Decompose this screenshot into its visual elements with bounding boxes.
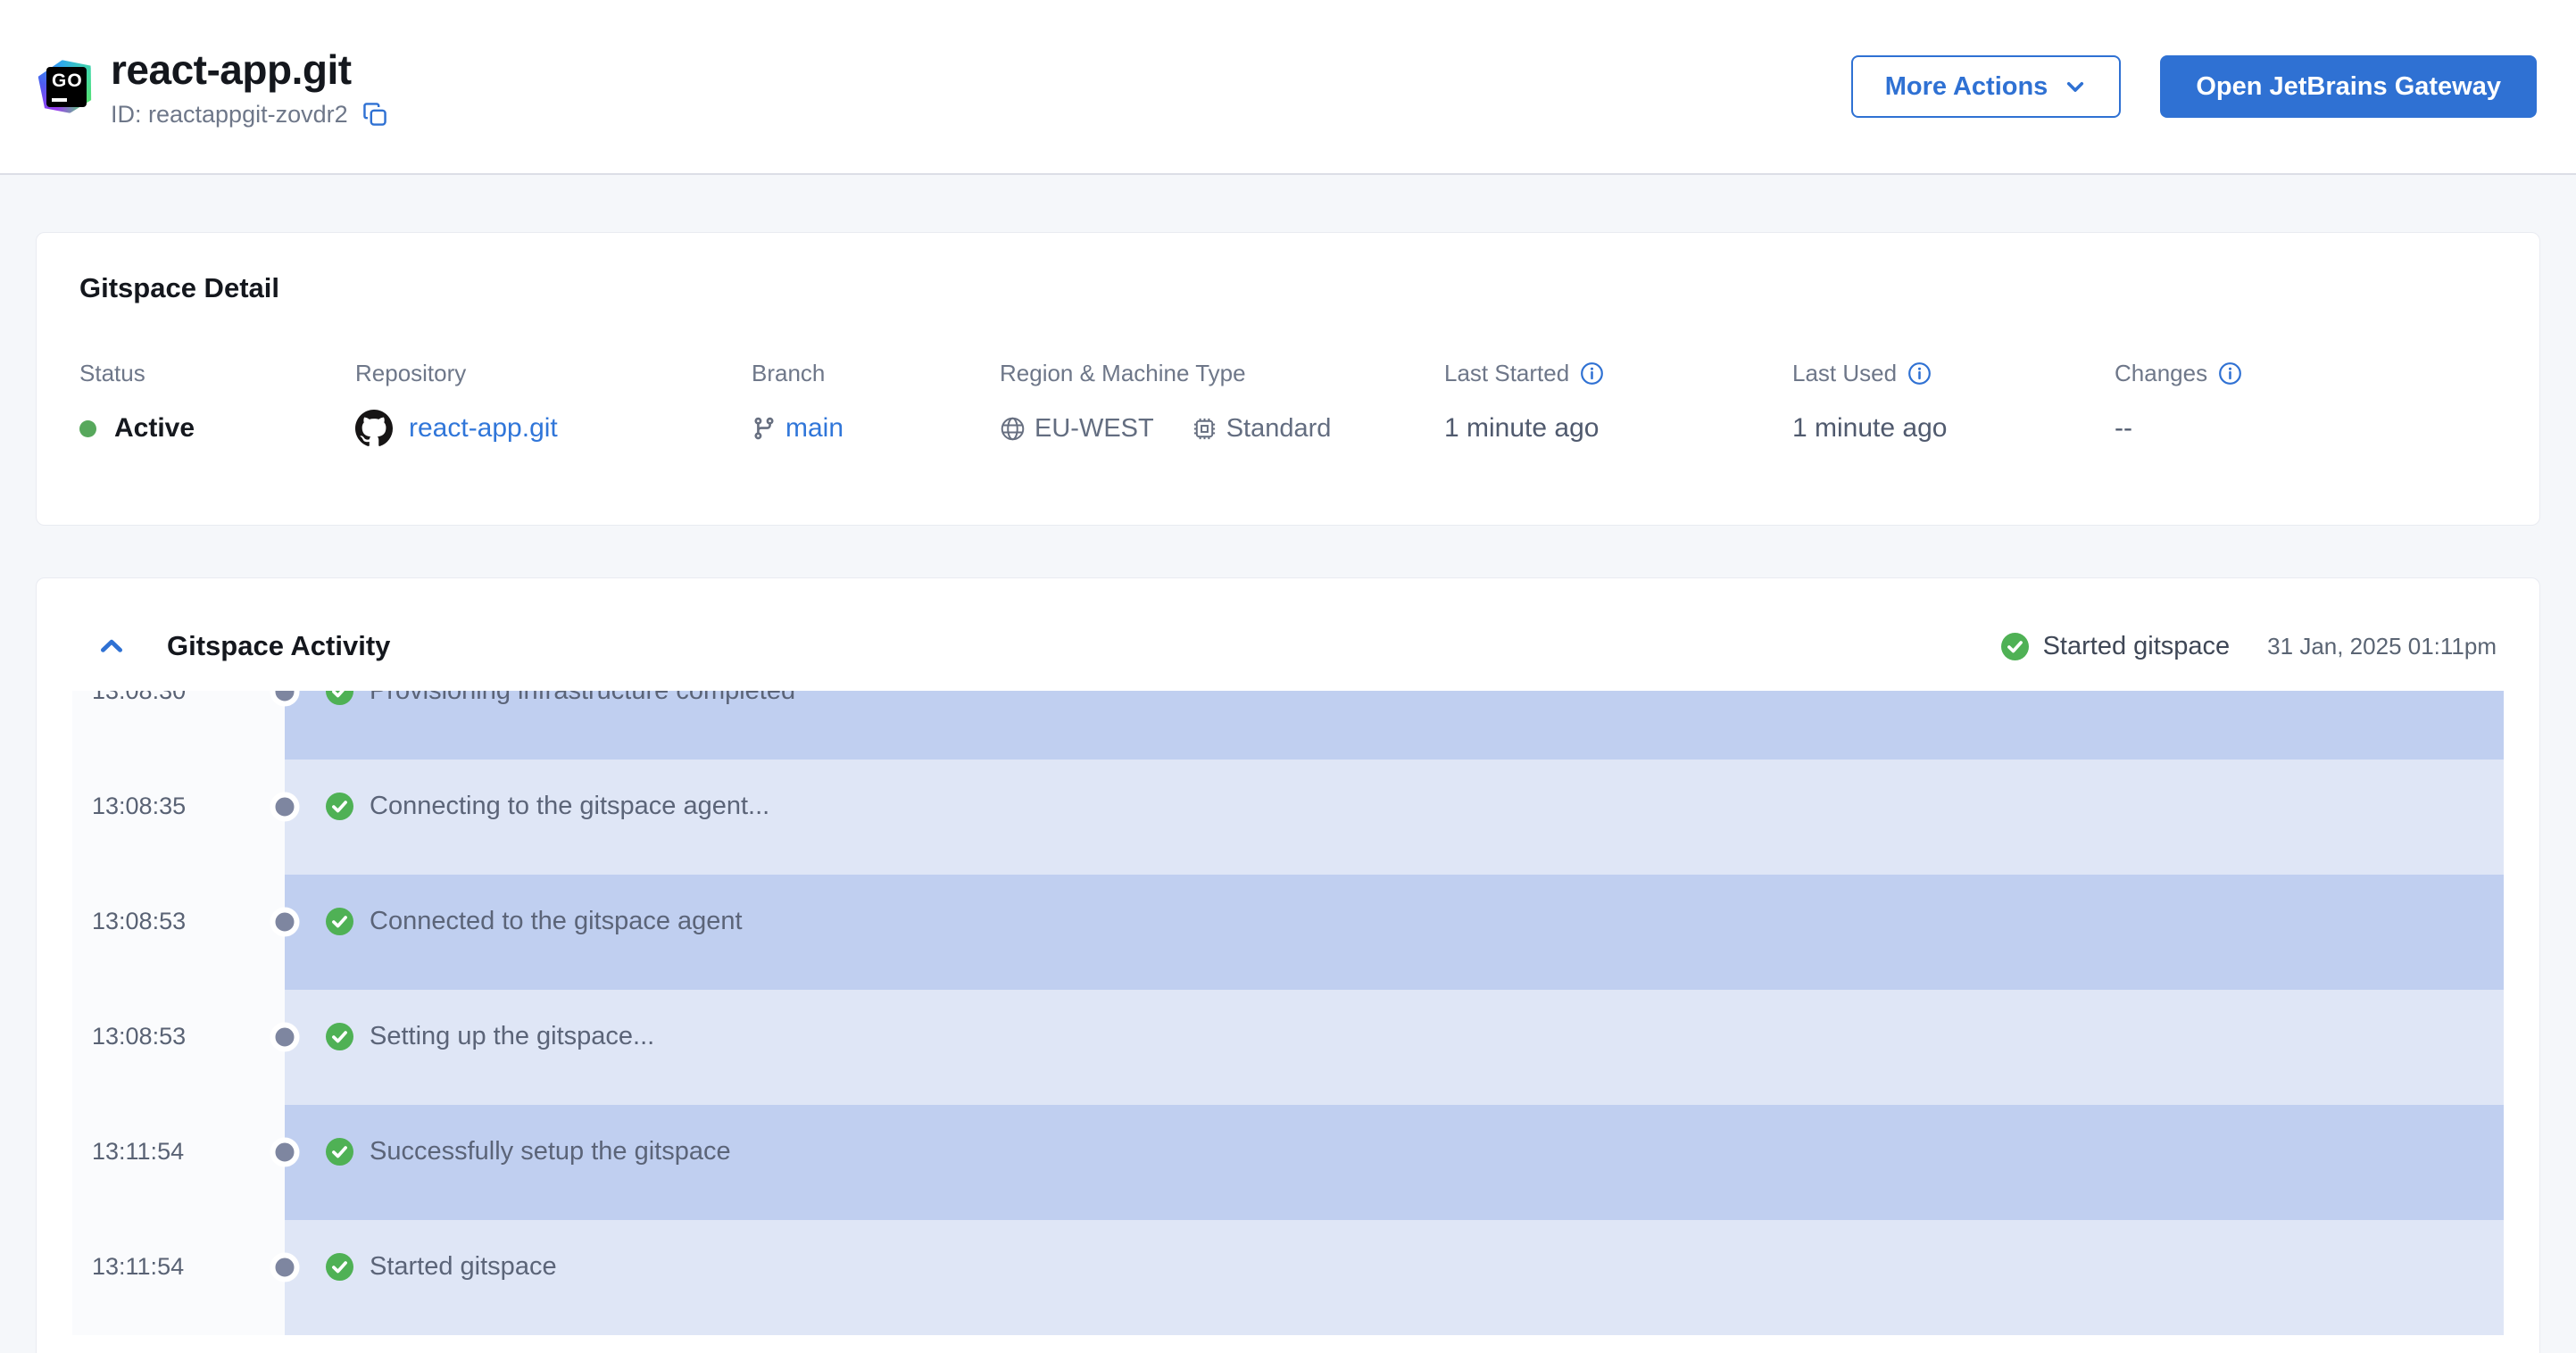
log-timestamp: 13:11:54 xyxy=(72,1220,285,1335)
branch-label: Branch xyxy=(752,360,826,386)
git-branch-icon xyxy=(752,416,777,441)
log-timestamp: 13:08:53 xyxy=(72,990,285,1105)
log-row: 13:08:53 Connected to the gitspace agent xyxy=(72,875,2504,990)
changes-value: -- xyxy=(2115,413,2132,443)
check-circle-icon xyxy=(326,1138,353,1166)
cpu-icon xyxy=(1192,416,1217,442)
repository-link[interactable]: react-app.git xyxy=(409,413,558,444)
page-title: react-app.git xyxy=(111,46,352,93)
goland-logo-icon: GO xyxy=(39,60,93,113)
last-started-value: 1 minute ago xyxy=(1444,413,1600,443)
timeline-dot-icon xyxy=(270,1137,300,1166)
timeline-dot-icon xyxy=(270,1022,300,1051)
status-active-dot xyxy=(79,419,96,437)
last-started-label: Last Started xyxy=(1444,360,1570,386)
gitspace-id: ID: reactappgit-zovdr2 xyxy=(111,100,348,128)
log-message: Provisioning infrastructure completed xyxy=(370,691,796,705)
goland-logo-plate: GO xyxy=(46,67,87,107)
info-icon[interactable] xyxy=(1580,361,1604,386)
log-row: 13:11:54 Successfully setup the gitspace xyxy=(72,1105,2504,1220)
log-message: Setting up the gitspace... xyxy=(370,1022,655,1050)
check-circle-icon xyxy=(326,1253,353,1281)
log-message: Successfully setup the gitspace xyxy=(370,1137,731,1166)
activity-status-badge: Started gitspace xyxy=(2042,631,2231,660)
more-actions-button[interactable]: More Actions xyxy=(1850,55,2122,118)
check-circle-icon xyxy=(326,793,353,820)
copy-icon[interactable] xyxy=(362,102,387,127)
last-used-label: Last Used xyxy=(1792,360,1898,386)
last-used-value: 1 minute ago xyxy=(1792,413,1948,443)
check-circle-icon xyxy=(326,1023,353,1050)
log-row: 13:08:30 Provisioning infrastructure com… xyxy=(72,691,2504,760)
chevron-down-icon xyxy=(2064,75,2087,98)
more-actions-label: More Actions xyxy=(1884,71,2048,101)
log-timestamp: 13:11:54 xyxy=(72,1105,285,1220)
log-row: 13:08:53 Setting up the gitspace... xyxy=(72,990,2504,1105)
gitspace-activity-card: Gitspace Activity Started gitspace 31 Ja… xyxy=(36,577,2540,1353)
info-icon[interactable] xyxy=(1907,361,1932,386)
timeline-dot-icon xyxy=(270,1252,300,1282)
activity-log[interactable]: 13:08:30 Provisioning infrastructure com… xyxy=(72,691,2504,1335)
log-message: Connected to the gitspace agent xyxy=(370,907,743,935)
log-message: Started gitspace xyxy=(370,1252,557,1281)
check-circle-icon xyxy=(326,691,353,705)
region-value: EU-WEST xyxy=(1035,413,1154,443)
machine-type-value: Standard xyxy=(1226,413,1332,443)
goland-logo-text: GO xyxy=(52,71,83,91)
repository-label: Repository xyxy=(355,360,467,386)
activity-date: 31 Jan, 2025 01:11pm xyxy=(2267,632,2497,660)
check-circle-icon xyxy=(326,908,353,935)
log-timestamp: 13:08:30 xyxy=(72,691,285,760)
check-circle-icon xyxy=(2000,632,2029,660)
timeline-dot-icon xyxy=(270,792,300,821)
log-message: Connecting to the gitspace agent... xyxy=(370,792,770,820)
branch-link[interactable]: main xyxy=(785,413,843,444)
log-row: 13:08:35 Connecting to the gitspace agen… xyxy=(72,760,2504,875)
status-value: Active xyxy=(114,413,195,443)
log-timestamp: 13:08:53 xyxy=(72,875,285,990)
open-jetbrains-gateway-button[interactable]: Open JetBrains Gateway xyxy=(2160,55,2537,118)
gitspace-detail-title: Gitspace Detail xyxy=(79,272,279,303)
github-icon xyxy=(355,410,393,447)
goland-logo-underscore xyxy=(52,98,67,102)
log-timestamp: 13:08:35 xyxy=(72,760,285,875)
gitspace-activity-title: Gitspace Activity xyxy=(167,630,391,661)
gitspace-detail-card: Gitspace Detail Status Active Repository… xyxy=(36,232,2540,526)
collapse-chevron-up-icon[interactable] xyxy=(97,632,126,660)
region-machine-label: Region & Machine Type xyxy=(1000,360,1246,386)
globe-icon xyxy=(1000,416,1026,442)
timeline-dot-icon xyxy=(270,907,300,936)
changes-label: Changes xyxy=(2115,360,2208,386)
app-header: GO react-app.git ID: reactappgit-zovdr2 … xyxy=(0,0,2576,175)
status-label: Status xyxy=(79,360,145,386)
log-row: 13:11:54 Started gitspace xyxy=(72,1220,2504,1335)
info-icon[interactable] xyxy=(2218,361,2242,386)
